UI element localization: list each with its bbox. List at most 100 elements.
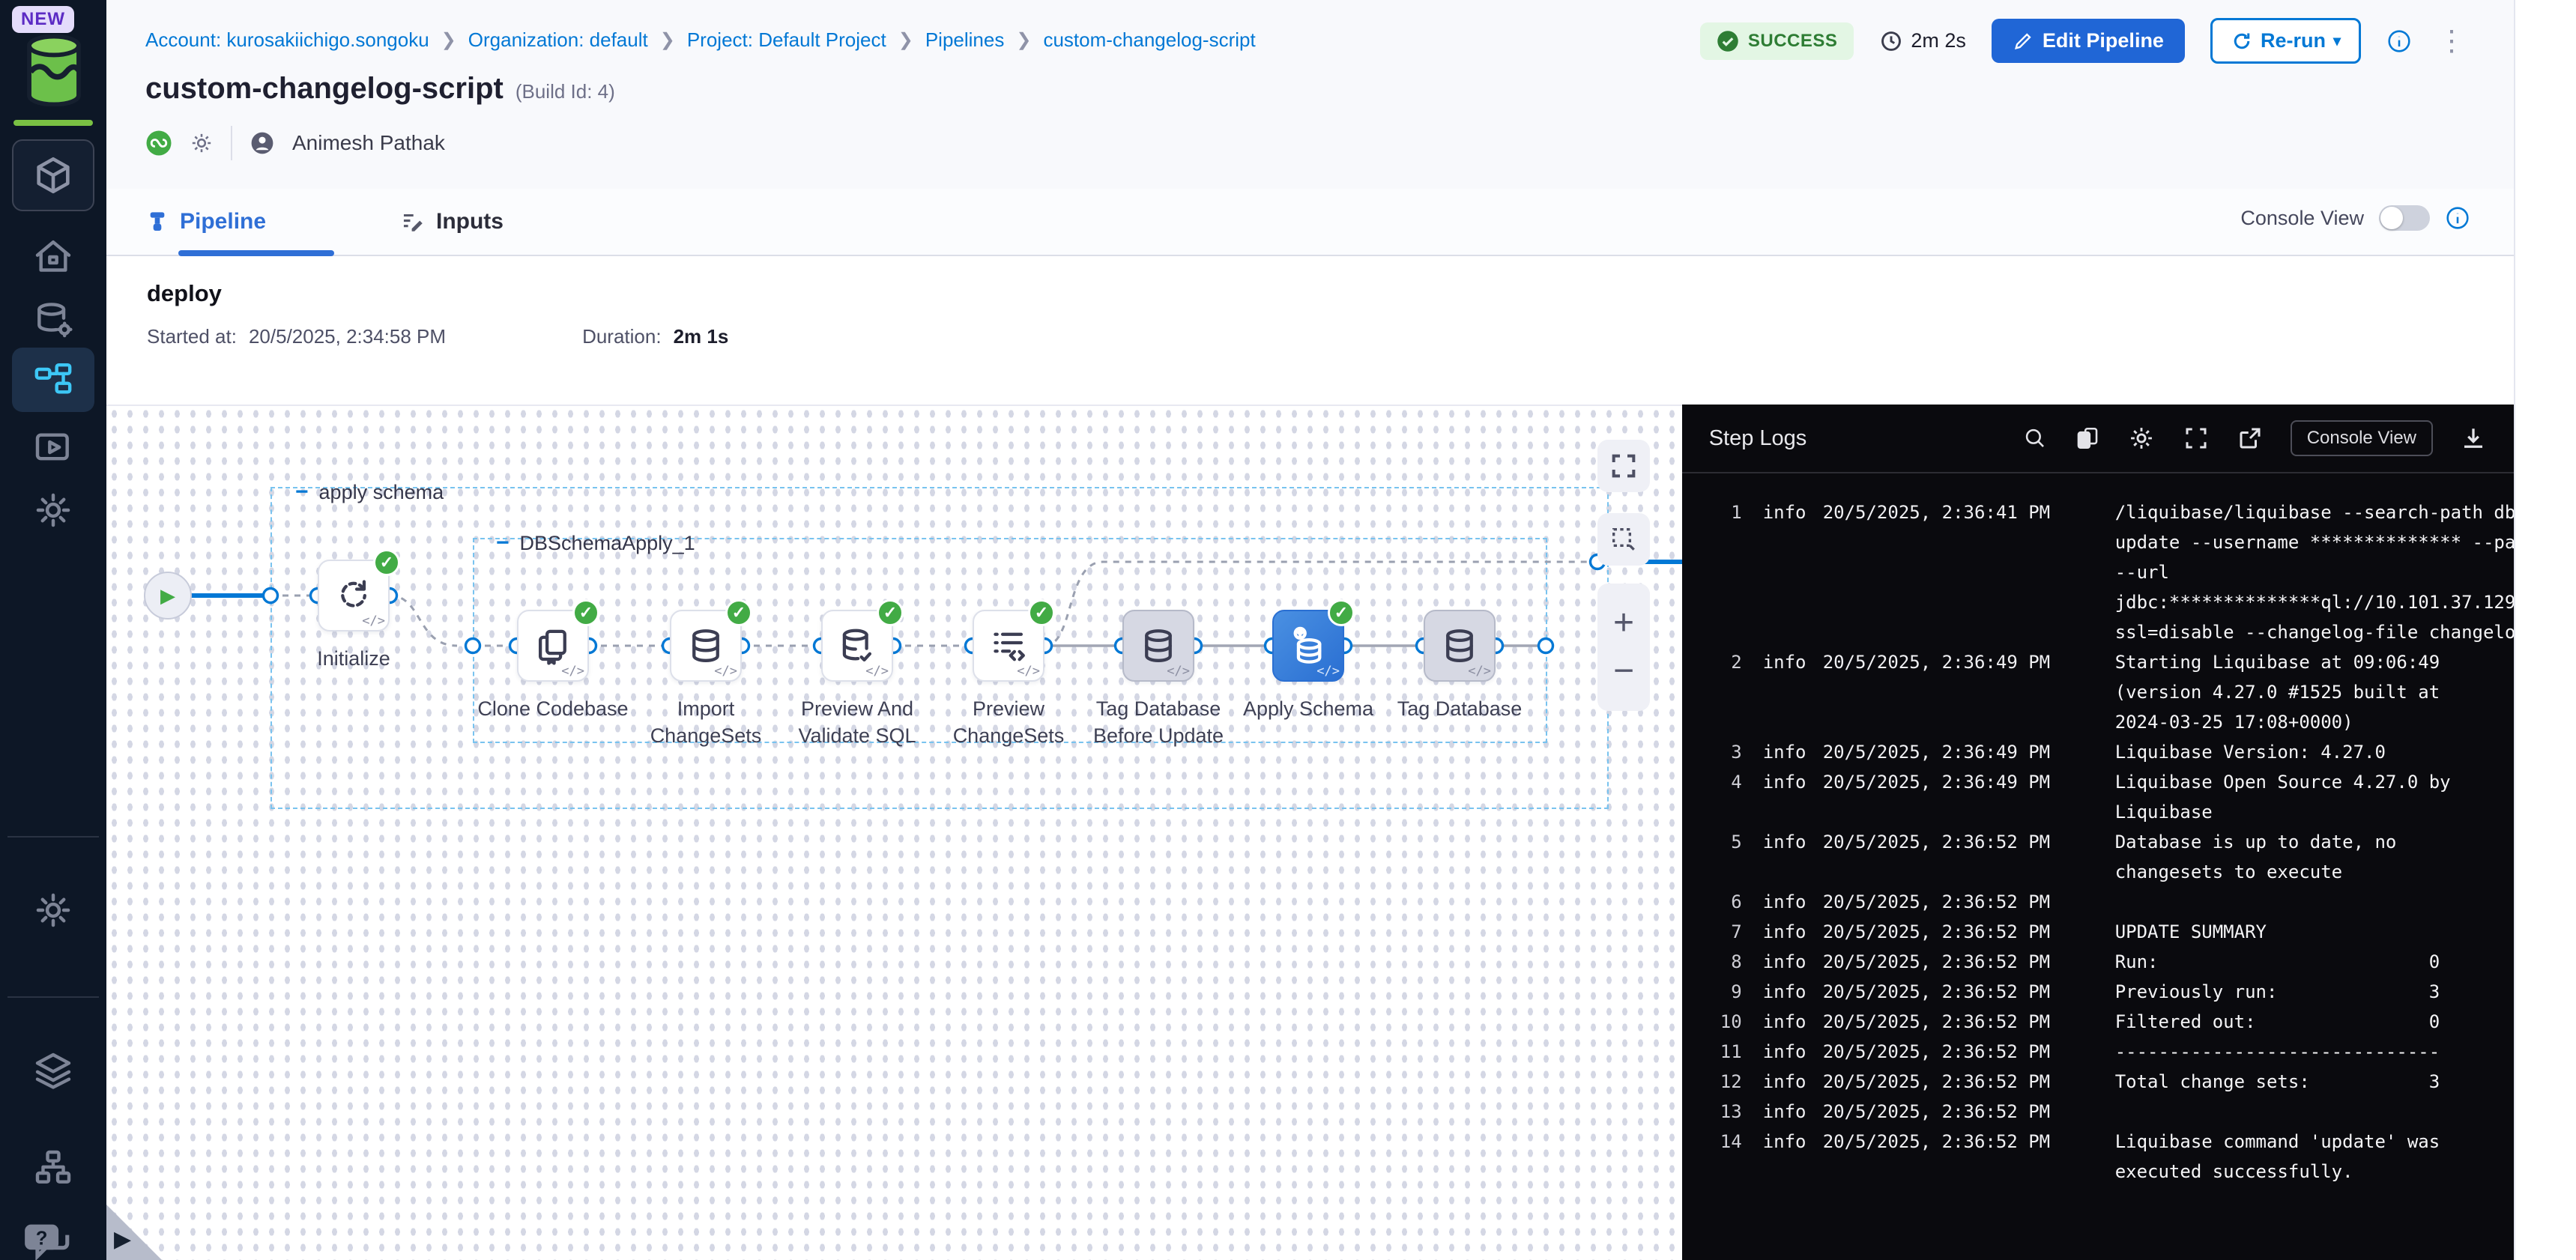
info-icon[interactable] (2445, 205, 2470, 231)
stage-start-node[interactable]: ▶ (144, 572, 192, 620)
log-timestamp: 20/5/2025, 2:36:52 PM (1823, 1097, 2115, 1127)
check-circle-icon (1717, 30, 1739, 52)
info-icon[interactable] (2386, 28, 2412, 54)
log-line: 14 info 20/5/2025, 2:36:52 PM Liquibase … (1682, 1127, 2514, 1157)
fullscreen-logs-icon[interactable] (2183, 425, 2210, 452)
gear-icon[interactable] (189, 130, 214, 156)
log-level: info (1742, 647, 1823, 677)
console-view-toggle[interactable] (2379, 205, 2430, 231)
pipeline-step-tag-database[interactable]: </> (1424, 610, 1496, 682)
log-line-number: 3 (1682, 737, 1742, 767)
log-line: --url (1682, 557, 2514, 587)
sidebar-item-network[interactable] (12, 1136, 94, 1200)
pipeline-icon (32, 359, 74, 401)
sidebar-module-selector[interactable] (12, 139, 94, 211)
log-line-number: 5 (1682, 827, 1742, 857)
list-code-icon (988, 626, 1029, 666)
pipeline-step-apply-schema[interactable]: ✓</> (1272, 610, 1344, 682)
log-message (2115, 887, 2514, 917)
breadcrumb-separator: ❯ (660, 29, 675, 51)
db-gear-icon (32, 299, 74, 341)
page-title: custom-changelog-script (145, 72, 504, 106)
logo-underline (13, 120, 93, 126)
breadcrumb-item[interactable]: Project: Default Project (687, 28, 886, 52)
help-chat-icon[interactable]: ? (22, 1221, 78, 1260)
pipeline-step-clone-codebase[interactable]: ✓</> (517, 610, 589, 682)
breadcrumb-item[interactable]: custom-changelog-script (1043, 28, 1255, 52)
canvas-fit-view-button[interactable] (1597, 440, 1650, 492)
db-icon (686, 626, 726, 666)
tab-pipeline[interactable]: Pipeline (145, 189, 266, 255)
log-line-number: 8 (1682, 947, 1742, 977)
refresh-icon (2231, 30, 2253, 52)
edit-pipeline-button[interactable]: Edit Pipeline (1992, 19, 2185, 63)
log-line-number: 13 (1682, 1097, 1742, 1127)
search-logs-icon[interactable] (2022, 425, 2048, 451)
step-logs-panel: Step Logs (1682, 405, 2514, 1260)
breadcrumb-item[interactable]: Organization: default (468, 28, 648, 52)
sidebar-item-environments[interactable] (12, 478, 94, 542)
log-message: (version 4.27.0 #1525 built at (2115, 677, 2514, 707)
download-logs-icon[interactable] (2460, 425, 2487, 452)
log-line: 4 info 20/5/2025, 2:36:49 PM Liquibase O… (1682, 767, 2514, 797)
rerun-button[interactable]: Re-run ▾ (2210, 18, 2361, 64)
breadcrumb-item[interactable]: Pipelines (925, 28, 1005, 52)
log-lines[interactable]: 1 info 20/5/2025, 2:36:41 PM /liquibase/… (1682, 473, 2514, 1260)
breadcrumb-separator: ❯ (441, 29, 456, 51)
sidebar-item-home[interactable] (12, 225, 94, 289)
more-options-menu-icon[interactable]: ⋮ (2437, 24, 2466, 58)
sidebar-item-layers[interactable] (12, 1038, 94, 1103)
zoom-out-button[interactable]: − (1613, 647, 1634, 695)
sidebar-divider (7, 996, 99, 998)
chevron-down-icon: ▾ (2333, 31, 2341, 50)
log-level: info (1742, 1037, 1823, 1067)
log-level: info (1742, 1067, 1823, 1097)
pipeline-step-import-changesets[interactable]: ✓</> (670, 610, 742, 682)
open-in-new-icon[interactable] (2237, 425, 2264, 452)
log-message: Liquibase command 'update' was (2115, 1127, 2514, 1157)
loop-icon (333, 575, 374, 616)
log-line: jdbc:**************ql://10.101.37.129 (1682, 587, 2514, 617)
layers-icon (32, 1050, 74, 1091)
log-line: 7 info 20/5/2025, 2:36:52 PM UPDATE SUMM… (1682, 917, 2514, 947)
pipeline-step-initialize[interactable]: ✓</> (318, 560, 390, 631)
code-badge: </> (865, 664, 889, 679)
breadcrumb-item[interactable]: Account: kurosakiichigo.songoku (145, 28, 429, 52)
code-badge: </> (362, 614, 385, 629)
log-timestamp: 20/5/2025, 2:36:52 PM (1823, 887, 2115, 917)
pipeline-edges (106, 406, 1682, 1260)
copy-logs-icon[interactable] (2075, 425, 2100, 451)
log-line-number: 7 (1682, 917, 1742, 947)
expand-stage-panel-icon[interactable]: ▶ (114, 1226, 131, 1253)
log-settings-gear-icon[interactable] (2127, 424, 2156, 452)
liquibase-db-logo-icon[interactable] (21, 34, 87, 106)
pipeline-step-preview-changesets[interactable]: ✓</> (973, 610, 1044, 682)
sidebar-item-settings[interactable] (12, 878, 94, 942)
log-timestamp: 20/5/2025, 2:36:52 PM (1823, 1067, 2115, 1097)
duration-value: 2m 1s (674, 325, 729, 348)
zoom-in-button[interactable]: + (1613, 599, 1634, 647)
log-line: 2 info 20/5/2025, 2:36:49 PM Starting Li… (1682, 647, 2514, 677)
sidebar-item-executions[interactable] (12, 415, 94, 479)
tabs-bar: Pipeline Inputs Console View (106, 189, 2514, 256)
log-timestamp: 20/5/2025, 2:36:52 PM (1823, 827, 2115, 857)
logs-console-view-button[interactable]: Console View (2291, 420, 2433, 456)
trigger-icon[interactable] (145, 130, 172, 157)
step-label-import-changesets: Import ChangeSets (623, 695, 788, 749)
step-success-badge: ✓ (1028, 599, 1055, 626)
tab-inputs[interactable]: Inputs (400, 189, 504, 255)
log-level (1742, 1157, 1823, 1187)
pipeline-step-tag-db-before-update[interactable]: </> (1122, 610, 1194, 682)
breadcrumb: Account: kurosakiichigo.songoku ❯ Organiza… (145, 28, 1256, 52)
pipeline-canvas[interactable]: − apply schema − DBSchemaApply_1 ▶ ✓</>I… (106, 405, 1682, 1260)
log-message (2115, 1097, 2514, 1127)
log-line: ssl=disable --changelog-file changelo (1682, 617, 2514, 647)
canvas-multi-select-button[interactable] (1597, 513, 1650, 566)
log-line-number: 6 (1682, 887, 1742, 917)
sidebar-item-databases[interactable] (12, 288, 94, 352)
log-timestamp (1823, 527, 2115, 557)
status-text: SUCCESS (1748, 31, 1838, 52)
step-success-badge: ✓ (373, 549, 400, 576)
sidebar-item-pipelines[interactable] (12, 348, 94, 412)
pipeline-step-preview-validate-sql[interactable]: ✓</> (821, 610, 893, 682)
